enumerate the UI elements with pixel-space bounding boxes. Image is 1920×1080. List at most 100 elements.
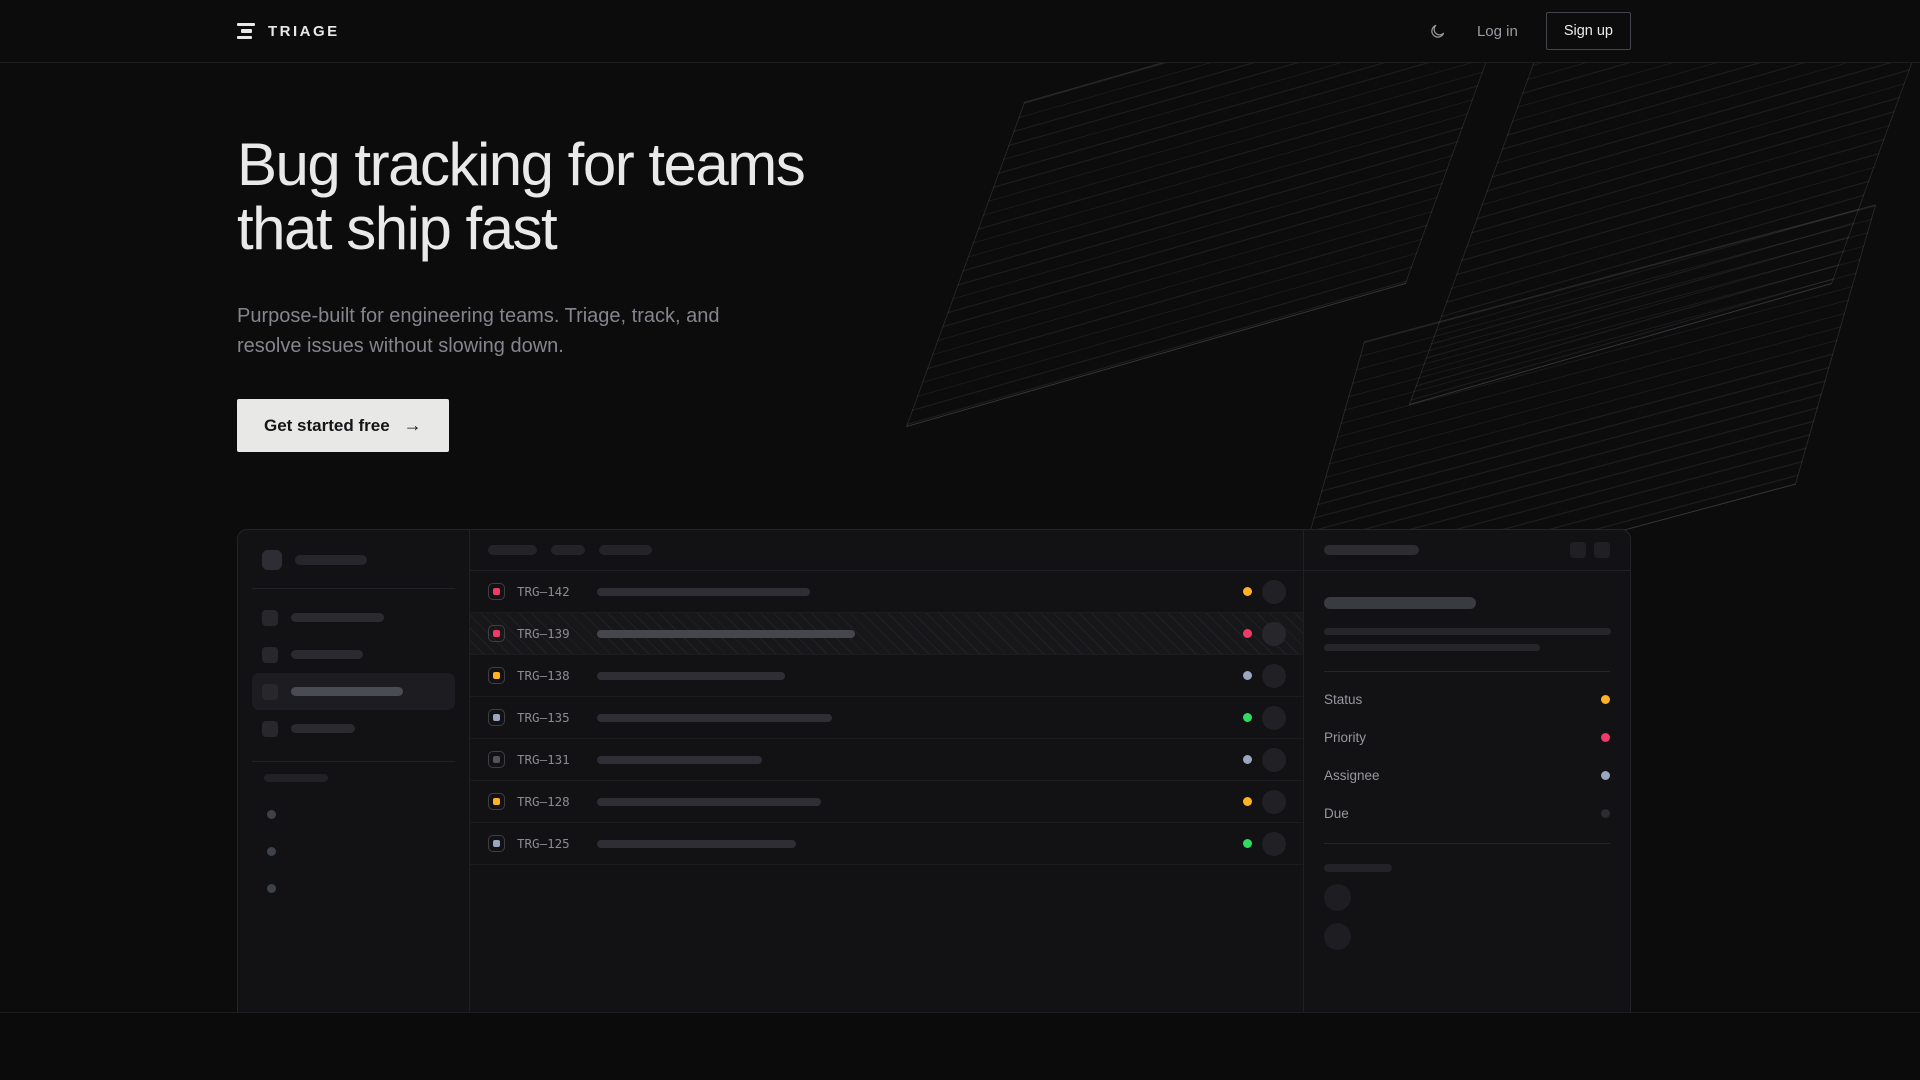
issue-row[interactable]: TRG–139 bbox=[470, 613, 1303, 655]
field-value-dot bbox=[1601, 809, 1610, 818]
detail-action-icon[interactable] bbox=[1594, 542, 1610, 558]
hero-section: Bug tracking for teams that ship fast Pu… bbox=[0, 63, 1920, 1013]
detail-header bbox=[1304, 530, 1630, 571]
issue-row[interactable]: TRG–131 bbox=[470, 739, 1303, 781]
issue-id: TRG–128 bbox=[517, 794, 589, 809]
detail-body: Status Priority Assignee Due bbox=[1304, 571, 1630, 950]
filter-tab-skeleton[interactable] bbox=[599, 545, 652, 555]
field-label: Due bbox=[1324, 806, 1349, 821]
issue-type-icon-fill bbox=[493, 798, 500, 805]
issue-type-icon bbox=[488, 751, 505, 768]
issue-title-skeleton bbox=[597, 840, 796, 848]
footer-band bbox=[0, 1013, 1920, 1079]
sidebar-label-dots bbox=[252, 810, 455, 893]
issue-title-skeleton bbox=[597, 630, 855, 638]
sidebar-item-icon bbox=[262, 684, 278, 700]
sidebar-item-skeleton bbox=[291, 613, 384, 622]
issue-row-meta bbox=[1243, 832, 1286, 856]
issue-detail-panel: Status Priority Assignee Due bbox=[1303, 530, 1630, 1013]
detail-action-icon[interactable] bbox=[1570, 542, 1586, 558]
issue-type-icon-fill bbox=[493, 672, 500, 679]
subtitle-line-1: Purpose-built for engineering teams. Tri… bbox=[237, 305, 719, 327]
issue-id: TRG–139 bbox=[517, 626, 589, 641]
sidebar-item-icon bbox=[262, 610, 278, 626]
app-mockup: TRG–142 TRG–139 TRG–138 TRG–135 TRG–131 TRG–1… bbox=[237, 529, 1631, 1013]
status-dot bbox=[1243, 671, 1252, 680]
issue-row[interactable]: TRG–138 bbox=[470, 655, 1303, 697]
assignee-avatar[interactable] bbox=[1262, 748, 1286, 772]
field-label: Priority bbox=[1324, 730, 1366, 745]
issue-type-icon-fill bbox=[493, 756, 500, 763]
sidebar-item[interactable] bbox=[252, 673, 455, 710]
sidebar-divider bbox=[252, 588, 455, 589]
sidebar-item[interactable] bbox=[252, 599, 455, 636]
issue-row-meta bbox=[1243, 706, 1286, 730]
activity-avatar bbox=[1324, 923, 1351, 950]
issue-title-skeleton bbox=[597, 714, 832, 722]
status-dot bbox=[1243, 587, 1252, 596]
field-label: Assignee bbox=[1324, 768, 1380, 783]
filter-tab-skeleton[interactable] bbox=[551, 545, 585, 555]
issue-row[interactable]: TRG–125 bbox=[470, 823, 1303, 865]
assignee-avatar[interactable] bbox=[1262, 622, 1286, 646]
activity-avatar bbox=[1324, 884, 1351, 911]
sidebar-item-skeleton bbox=[291, 724, 355, 733]
issue-list: TRG–142 TRG–139 TRG–138 TRG–135 TRG–131 TRG–1… bbox=[470, 530, 1303, 1013]
field-value-dot bbox=[1601, 695, 1610, 704]
assignee-avatar[interactable] bbox=[1262, 832, 1286, 856]
arrow-right-icon: → bbox=[404, 415, 422, 436]
issue-title-skeleton bbox=[597, 756, 762, 764]
detail-field-row[interactable]: Priority bbox=[1324, 718, 1610, 756]
assignee-avatar[interactable] bbox=[1262, 664, 1286, 688]
cta-label: Get started free bbox=[264, 416, 390, 436]
issue-type-icon bbox=[488, 709, 505, 726]
sidebar-item-skeleton bbox=[291, 650, 363, 659]
status-dot bbox=[1243, 797, 1252, 806]
login-link[interactable]: Log in bbox=[1477, 23, 1518, 40]
workspace-switcher[interactable] bbox=[252, 550, 455, 570]
sidebar-item[interactable] bbox=[252, 710, 455, 747]
issue-type-icon-fill bbox=[493, 714, 500, 721]
issue-title-skeleton bbox=[597, 798, 821, 806]
detail-divider bbox=[1324, 843, 1610, 844]
title-line-2: that ship fast bbox=[237, 195, 556, 262]
issue-row-meta bbox=[1243, 748, 1286, 772]
issue-type-icon-fill bbox=[493, 630, 500, 637]
issue-title-skeleton bbox=[597, 672, 785, 680]
hero-content: Bug tracking for teams that ship fast Pu… bbox=[237, 63, 1920, 452]
detail-title-skeleton bbox=[1324, 597, 1476, 609]
detail-field-row[interactable]: Status bbox=[1324, 680, 1610, 718]
issue-row[interactable]: TRG–142 bbox=[470, 571, 1303, 613]
label-dot bbox=[267, 847, 276, 856]
brand-logo[interactable]: TRIAGE bbox=[237, 23, 340, 40]
activity-avatars bbox=[1324, 884, 1610, 950]
title-line-1: Bug tracking for teams bbox=[237, 131, 804, 198]
filter-tab-skeleton[interactable] bbox=[488, 545, 537, 555]
issue-type-icon-fill bbox=[493, 588, 500, 595]
issue-type-icon bbox=[488, 625, 505, 642]
brand-name: TRIAGE bbox=[268, 23, 340, 40]
workspace-name-skeleton bbox=[295, 555, 367, 565]
theme-toggle-moon-icon[interactable] bbox=[1427, 20, 1449, 42]
issue-id: TRG–142 bbox=[517, 584, 589, 599]
detail-field-row[interactable]: Assignee bbox=[1324, 756, 1610, 794]
issue-row[interactable]: TRG–128 bbox=[470, 781, 1303, 823]
label-dot bbox=[267, 884, 276, 893]
hero-subtitle: Purpose-built for engineering teams. Tri… bbox=[237, 301, 1920, 361]
issue-list-header bbox=[470, 530, 1303, 571]
issue-row-meta bbox=[1243, 622, 1286, 646]
issue-row[interactable]: TRG–135 bbox=[470, 697, 1303, 739]
detail-field-row[interactable]: Due bbox=[1324, 794, 1610, 832]
assignee-avatar[interactable] bbox=[1262, 580, 1286, 604]
detail-text-skeleton bbox=[1324, 644, 1540, 651]
detail-text-skeleton bbox=[1324, 628, 1611, 635]
get-started-button[interactable]: Get started free → bbox=[237, 399, 449, 452]
issue-id: TRG–135 bbox=[517, 710, 589, 725]
page-title: Bug tracking for teams that ship fast bbox=[237, 133, 1920, 261]
sidebar-item-icon bbox=[262, 721, 278, 737]
assignee-avatar[interactable] bbox=[1262, 790, 1286, 814]
signup-button[interactable]: Sign up bbox=[1546, 12, 1631, 50]
sidebar-item[interactable] bbox=[252, 636, 455, 673]
assignee-avatar[interactable] bbox=[1262, 706, 1286, 730]
issue-id: TRG–131 bbox=[517, 752, 589, 767]
